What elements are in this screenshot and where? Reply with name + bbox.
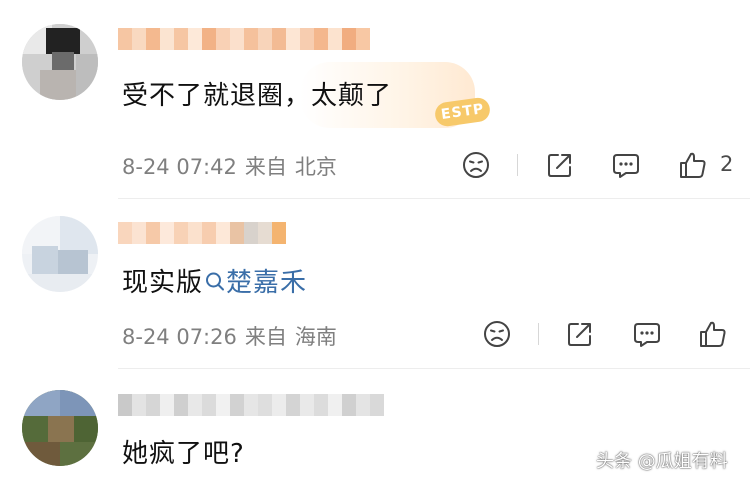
comment-date: 8-24 07:26 <box>122 325 237 349</box>
username-redacted[interactable] <box>118 222 286 244</box>
comment-text: 她疯了吧? <box>122 439 245 469</box>
topic-link[interactable]: 楚嘉禾 <box>226 268 307 298</box>
comment-text: 受不了就退圈，太颠了 <box>122 81 393 111</box>
thumbs-up-icon[interactable] <box>698 319 728 349</box>
username-redacted[interactable] <box>118 394 384 416</box>
comment-date: 8-24 07:42 <box>122 155 237 179</box>
comment-source-label: 来自 <box>244 325 287 349</box>
like-count: 2 <box>720 152 734 176</box>
comment-icon[interactable] <box>611 150 641 180</box>
comment-meta: 8-24 07:42 来自 北京 <box>122 151 337 181</box>
comment-location: 海南 <box>294 325 337 349</box>
comment-source-label: 来自 <box>244 155 287 179</box>
avatar[interactable] <box>22 390 98 466</box>
share-icon[interactable] <box>545 150 575 180</box>
comment-location: 北京 <box>294 155 337 179</box>
sad-face-icon[interactable] <box>482 319 512 349</box>
sad-face-icon[interactable] <box>461 150 491 180</box>
comment-meta: 8-24 07:26 来自 海南 <box>122 321 337 351</box>
comment-text: 现实版 楚嘉禾 <box>122 262 307 299</box>
avatar[interactable] <box>22 216 98 292</box>
comment-icon[interactable] <box>632 319 662 349</box>
comment-text-plain: 现实版 <box>122 268 204 298</box>
avatar[interactable] <box>22 24 98 100</box>
watermark: 头条 @瓜姐有料 <box>596 451 728 472</box>
username-redacted[interactable] <box>118 28 370 50</box>
share-icon[interactable] <box>565 319 595 349</box>
thumbs-up-icon[interactable] <box>678 150 708 180</box>
search-icon <box>206 272 225 291</box>
comment-divider <box>118 368 750 369</box>
comment-divider <box>118 198 750 199</box>
action-separator <box>517 154 518 176</box>
action-separator <box>538 323 539 345</box>
